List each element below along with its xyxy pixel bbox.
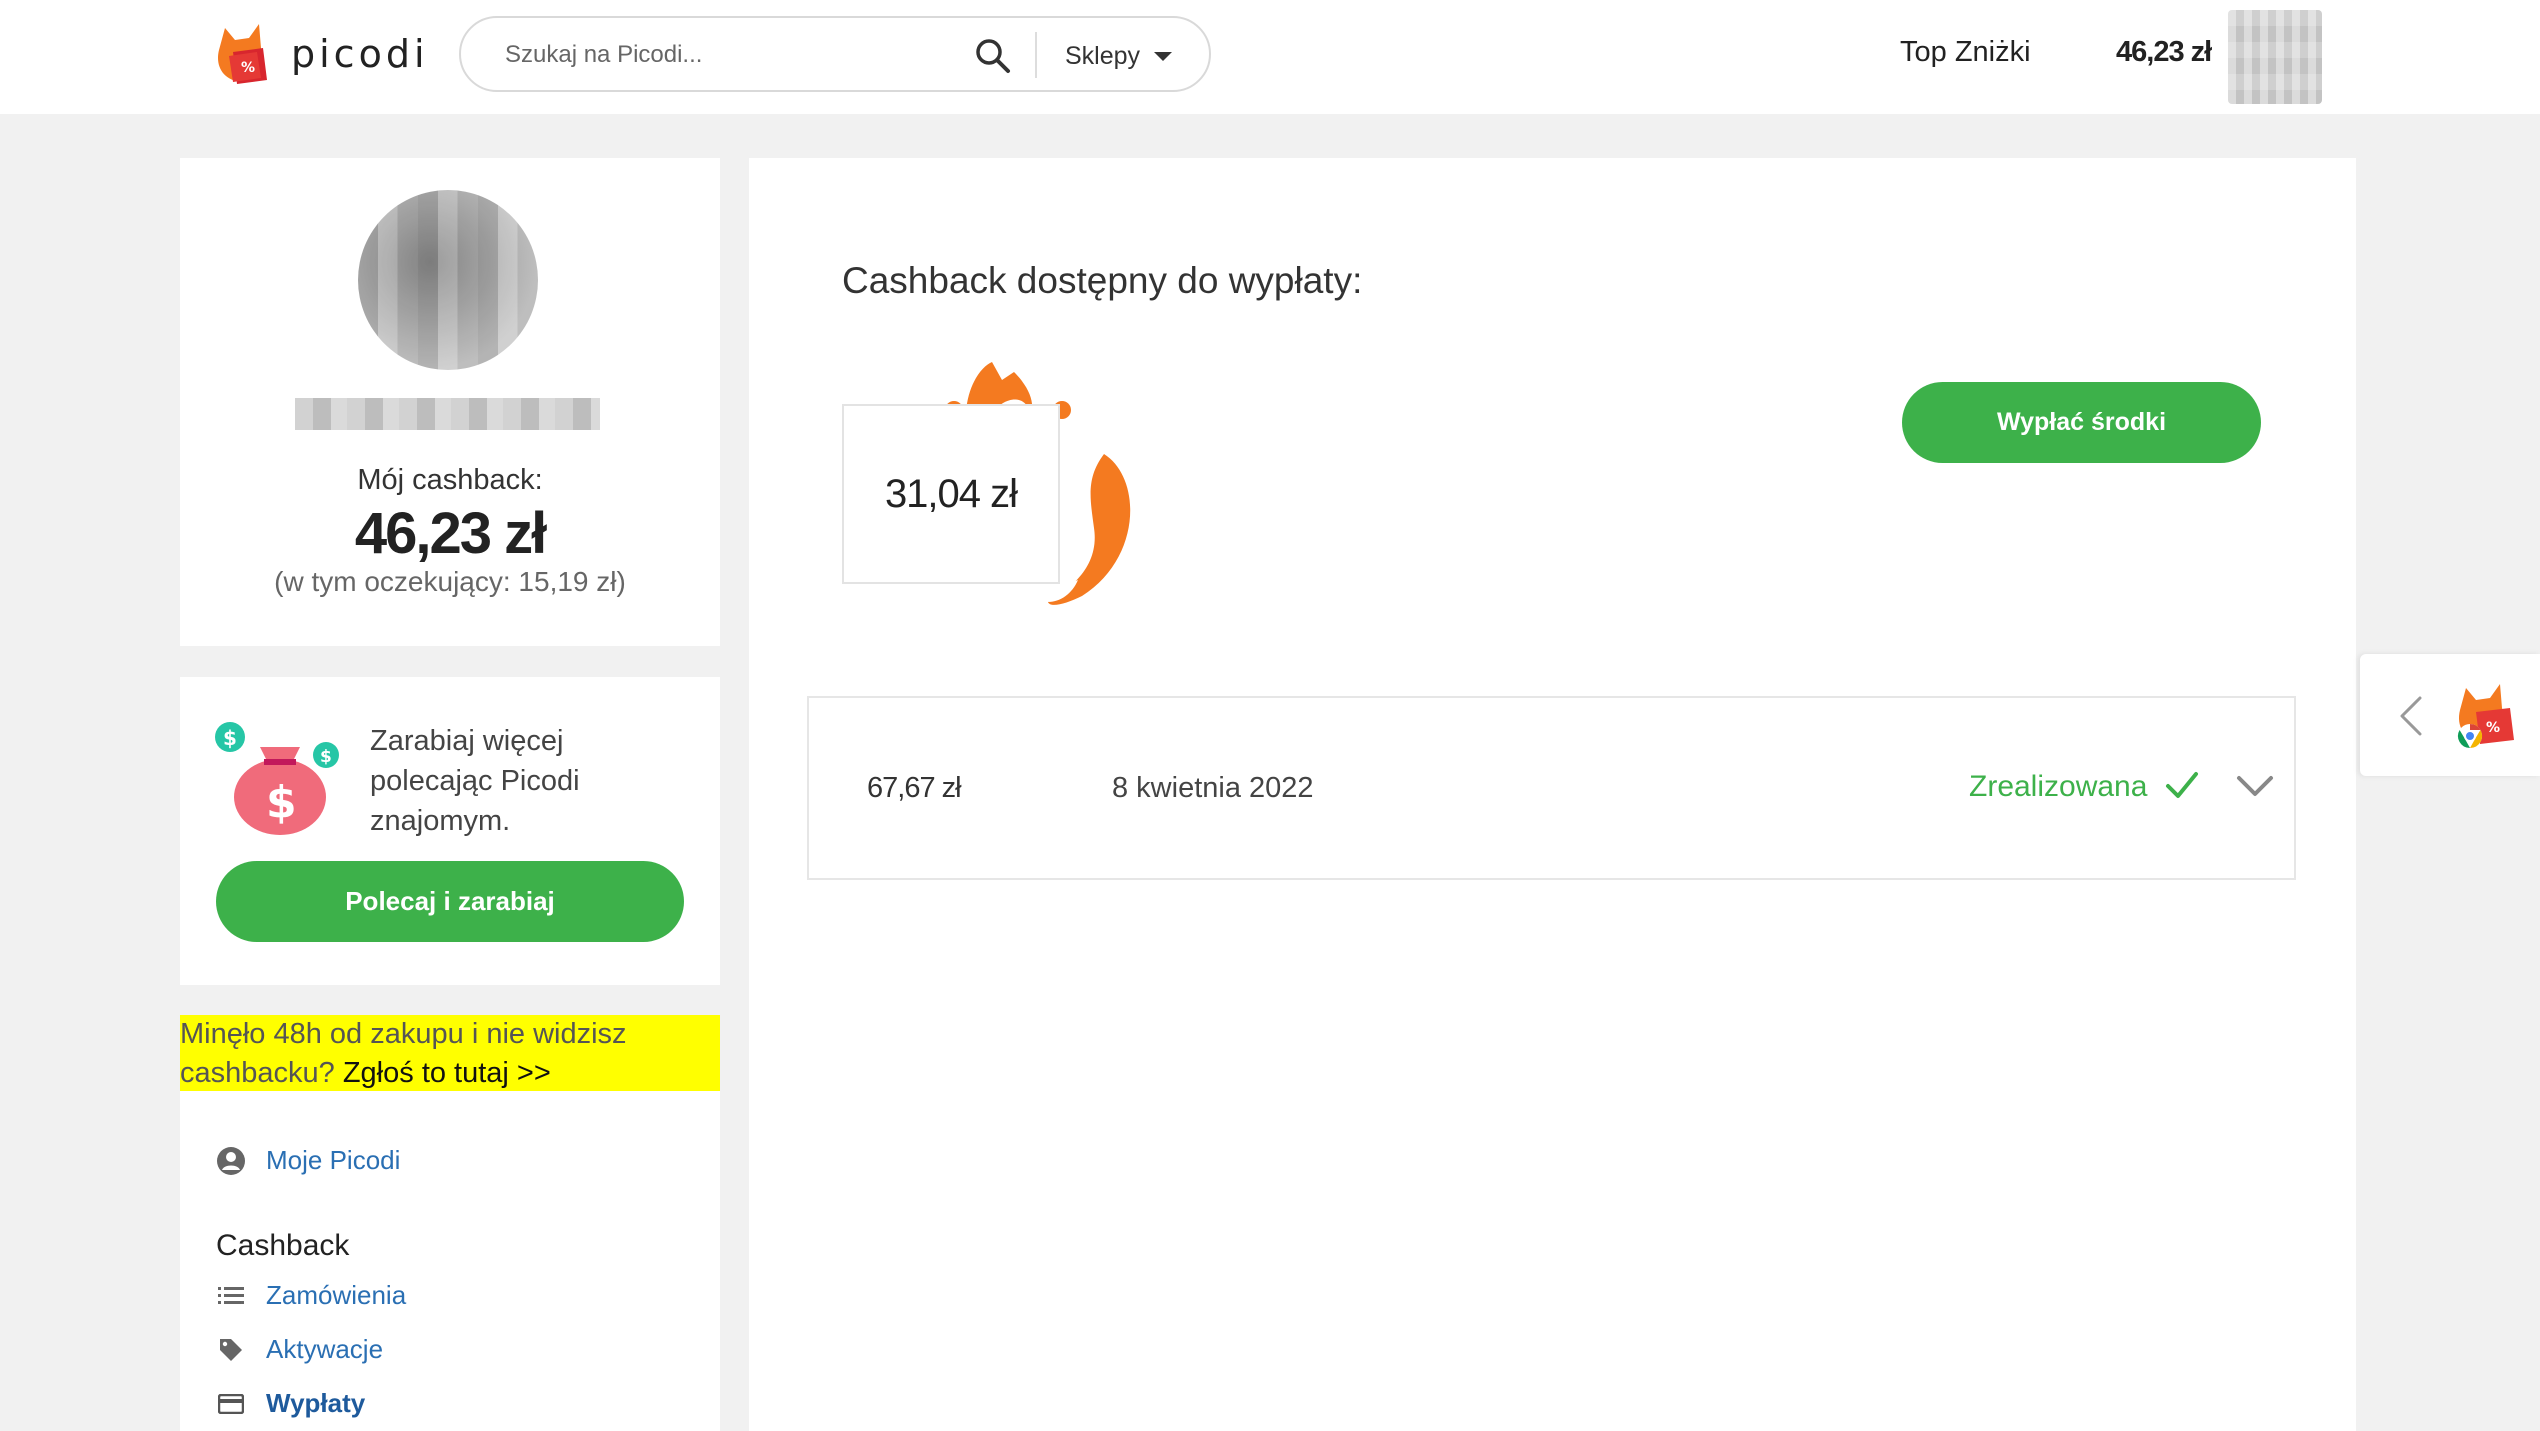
svg-text:%: % [241, 60, 255, 76]
referral-card: $ $ $ Zarabiaj więcej polecając Picodi z… [180, 677, 720, 985]
nav-item-activations[interactable]: Aktywacje [216, 1334, 383, 1365]
credit-card-icon [216, 1389, 246, 1419]
tag-icon [216, 1335, 246, 1365]
shops-dropdown[interactable]: Sklepy [1065, 38, 1173, 74]
moneybag-icon: $ $ $ [215, 722, 339, 835]
withdraw-funds-button[interactable]: Wypłać środki [1902, 382, 2261, 463]
search-icon[interactable] [973, 36, 1013, 76]
main-panel: Cashback dostępny do wypłaty: 31,04 zł W… [749, 158, 2356, 1431]
logo-text: picodi [291, 32, 429, 76]
list-icon [216, 1281, 246, 1311]
payout-status: Zrealizowana [1969, 770, 2148, 803]
shops-dropdown-label: Sklepy [1065, 41, 1141, 70]
svg-text:$: $ [320, 747, 332, 767]
cashback-total: 46,23 zł [354, 501, 547, 566]
nav-item-orders[interactable]: Zamówienia [216, 1280, 406, 1311]
profile-name-redacted [295, 398, 600, 430]
user-circle-icon [216, 1146, 246, 1176]
nav-label-my-picodi: Moje Picodi [266, 1145, 401, 1175]
svg-text:$: $ [266, 777, 297, 828]
extension-side-tab[interactable]: % [2360, 654, 2540, 776]
available-cashback-heading: Cashback dostępny do wypłaty: [842, 260, 1363, 301]
nav-item-payouts[interactable]: Wypłaty [216, 1388, 365, 1419]
payout-amount: 67,67 zł [867, 772, 962, 804]
nav-label-orders: Zamówienia [266, 1280, 407, 1310]
check-icon [2166, 772, 2198, 798]
cashback-label: Mój cashback: [357, 464, 543, 496]
available-cashback-card: 31,04 zł [842, 328, 1131, 628]
payout-date: 8 kwietnia 2022 [1112, 772, 1314, 804]
nav-label-activations: Aktywacje [266, 1334, 384, 1364]
picodi-logo[interactable]: % picodi [205, 16, 429, 92]
search-input[interactable] [503, 36, 987, 74]
available-cashback-amount: 31,04 zł [884, 471, 1018, 516]
cashback-pending: (w tym oczekujący: 15,19 zł) [274, 566, 626, 597]
refer-and-earn-button[interactable]: Polecaj i zarabiaj [216, 861, 684, 942]
sidebar-nav: Moje Picodi Cashback Zamówienia Aktywacj… [180, 1091, 720, 1431]
top-header: % picodi Sklepy Top Zniżki 46,23 zł [0, 0, 2540, 114]
svg-text:$: $ [223, 726, 237, 750]
profile-card: Mój cashback: 46,23 zł (w tym oczekujący… [180, 158, 720, 646]
search-divider [1035, 32, 1037, 78]
referral-text: Zarabiaj więcej polecając Picodi znajomy… [370, 725, 580, 837]
user-avatar[interactable] [2228, 10, 2322, 104]
nav-label-payouts: Wypłaty [266, 1388, 366, 1418]
chevron-down-icon [1154, 51, 1173, 61]
chevron-left-icon[interactable] [2396, 694, 2426, 738]
search-bar: Sklepy [459, 16, 1211, 92]
svg-text:%: % [2486, 720, 2500, 736]
header-balance[interactable]: 46,23 zł [2116, 36, 2212, 69]
profile-avatar [358, 190, 538, 370]
picodi-extension-logo-icon: % [2457, 684, 2514, 748]
missing-cashback-notice: Minęło 48h od zakupu i nie widzisz cashb… [180, 1015, 720, 1091]
report-link[interactable]: Zgłoś to tutaj >> [343, 1057, 551, 1089]
payout-row[interactable]: 67,67 zł 8 kwietnia 2022 Zrealizowana [807, 696, 2296, 880]
nav-item-my-picodi[interactable]: Moje Picodi [216, 1145, 400, 1176]
top-discounts-link[interactable]: Top Zniżki [1900, 36, 2031, 69]
picodi-fox-logo-icon: % [217, 24, 267, 84]
chevron-down-icon[interactable] [2235, 772, 2275, 802]
cashback-section-heading: Cashback [216, 1229, 350, 1262]
